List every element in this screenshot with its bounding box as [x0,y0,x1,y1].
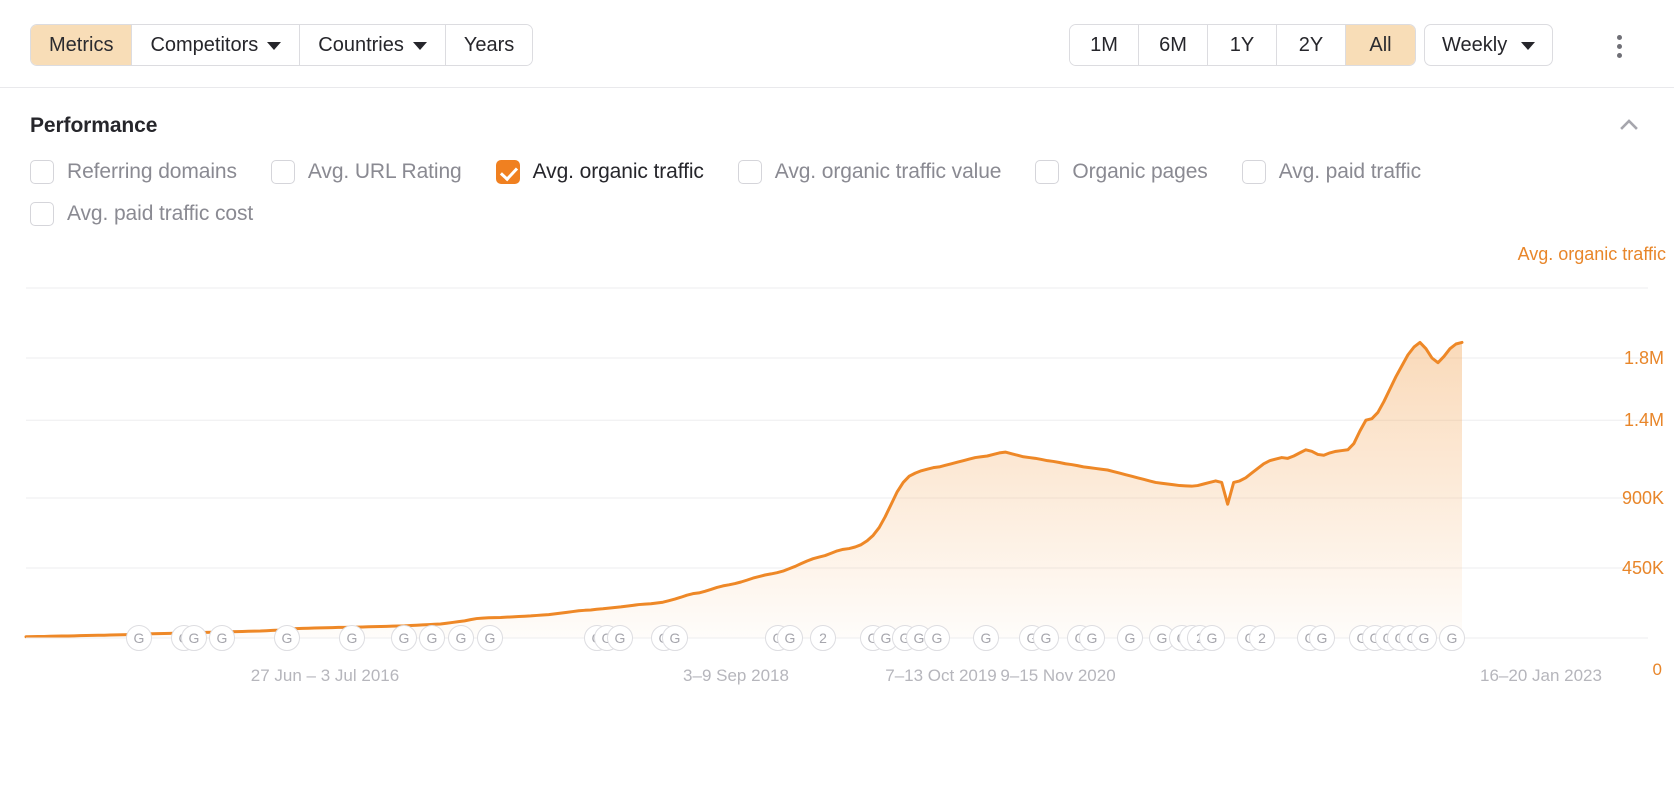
metric-avg-organic-traffic-value[interactable]: Avg. organic traffic value [738,160,1002,184]
chart-event-marker[interactable]: 2 [1249,625,1275,651]
chart-event-marker[interactable]: G [1309,625,1335,651]
x-axis-tick: 9–15 Nov 2020 [1000,666,1115,686]
y-axis-zero-label: 0 [1653,660,1662,680]
x-axis-tick: 7–13 Oct 2019 [885,666,997,686]
metric-label: Organic pages [1072,160,1207,184]
tab-years-label: Years [464,34,514,57]
tab-countries[interactable]: Countries [300,25,446,65]
section-header: Performance [0,88,1674,138]
checkbox-referring-domains[interactable] [30,160,54,184]
range-1y[interactable]: 1Y [1208,25,1277,65]
chart-event-marker[interactable]: G [391,625,417,651]
range-all-label: All [1369,34,1391,57]
kebab-dot [1617,53,1622,58]
y-axis-tick: 1.4M [1624,410,1664,431]
chart-canvas[interactable] [0,270,1674,670]
checkbox-avg-organic-traffic[interactable] [496,160,520,184]
range-1m[interactable]: 1M [1070,25,1139,65]
y-axis-tick: 900K [1622,488,1664,509]
metric-avg-url-rating[interactable]: Avg. URL Rating [271,160,462,184]
tab-metrics-label: Metrics [49,34,113,57]
chevron-down-icon [413,42,427,50]
chart-event-marker[interactable]: G [777,625,803,651]
chart-event-marker[interactable]: G [973,625,999,651]
chart-event-marker[interactable]: G [924,625,950,651]
range-2y[interactable]: 2Y [1277,25,1346,65]
more-options-button[interactable] [1608,26,1630,66]
checkbox-avg-url-rating[interactable] [271,160,295,184]
chart-event-marker[interactable]: G [1079,625,1105,651]
chart-event-marker[interactable]: G [126,625,152,651]
checkbox-avg-paid-traffic[interactable] [1242,160,1266,184]
chart-event-marker[interactable]: G [339,625,365,651]
chart-event-marker[interactable]: G [1439,625,1465,651]
metric-label: Avg. URL Rating [308,160,462,184]
chart-event-marker[interactable]: G [1199,625,1225,651]
tab-metrics[interactable]: Metrics [31,25,132,65]
chart-event-marker[interactable]: 2 [810,625,836,651]
metric-label: Avg. organic traffic value [775,160,1002,184]
chart-event-marker[interactable]: G [181,625,207,651]
chart-event-marker[interactable]: G [1117,625,1143,651]
range-2y-label: 2Y [1299,34,1323,57]
traffic-chart: Avg. organic traffic GGGGGGGGGGGGGGGGG2G… [0,244,1674,714]
chevron-down-icon [1521,42,1535,50]
y-axis-tick: 450K [1622,558,1664,579]
chart-area-fill [26,342,1462,638]
page-title: Performance [30,114,1644,138]
metric-avg-paid-traffic-cost[interactable]: Avg. paid traffic cost [30,202,253,226]
chevron-down-icon [267,42,281,50]
tab-competitors-label: Competitors [150,34,258,57]
y-axis-tick: 1.8M [1624,348,1664,369]
chart-toolbar: Metrics Competitors Countries Years 1M 6… [0,0,1674,88]
range-all[interactable]: All [1346,25,1415,65]
metric-label: Avg. organic traffic [533,160,704,184]
granularity-value: Weekly [1442,34,1507,57]
chart-event-marker[interactable]: G [607,625,633,651]
chart-event-marker[interactable]: G [209,625,235,651]
chart-event-marker[interactable]: G [448,625,474,651]
metric-row: Referring domains Avg. URL Rating Avg. o… [30,160,1644,184]
chart-event-marker[interactable]: G [477,625,503,651]
checkbox-organic-pages[interactable] [1035,160,1059,184]
x-axis-tick: 16–20 Jan 2023 [1480,666,1602,686]
chart-event-marker[interactable]: G [419,625,445,651]
x-axis-tick: 3–9 Sep 2018 [683,666,789,686]
tab-competitors[interactable]: Competitors [132,25,300,65]
tab-countries-label: Countries [318,34,404,57]
metric-row: Avg. paid traffic cost [30,202,1644,226]
checkbox-avg-organic-traffic-value[interactable] [738,160,762,184]
range-6m-label: 6M [1159,34,1187,57]
view-tab-group: Metrics Competitors Countries Years [30,24,533,66]
kebab-dot [1617,44,1622,49]
range-1y-label: 1Y [1230,34,1254,57]
metric-label: Avg. paid traffic cost [67,202,253,226]
x-axis-tick: 27 Jun – 3 Jul 2016 [251,666,399,686]
chart-event-marker[interactable]: G [1033,625,1059,651]
metric-label: Avg. paid traffic [1279,160,1421,184]
metric-toggle-list: Referring domains Avg. URL Rating Avg. o… [0,138,1674,226]
chart-series-label: Avg. organic traffic [1518,244,1666,265]
chart-event-marker[interactable]: G [274,625,300,651]
tab-years[interactable]: Years [446,25,532,65]
performance-panel: Metrics Competitors Countries Years 1M 6… [0,0,1674,804]
chevron-up-icon[interactable] [1614,110,1644,140]
metric-referring-domains[interactable]: Referring domains [30,160,237,184]
chart-event-marker[interactable]: G [662,625,688,651]
chart-event-marker[interactable]: G [1411,625,1437,651]
range-6m[interactable]: 6M [1139,25,1208,65]
range-1m-label: 1M [1090,34,1118,57]
metric-label: Referring domains [67,160,237,184]
metric-avg-paid-traffic[interactable]: Avg. paid traffic [1242,160,1421,184]
date-range-group: 1M 6M 1Y 2Y All [1069,24,1416,66]
metric-organic-pages[interactable]: Organic pages [1035,160,1207,184]
granularity-select[interactable]: Weekly [1424,24,1553,66]
checkbox-avg-paid-traffic-cost[interactable] [30,202,54,226]
metric-avg-organic-traffic[interactable]: Avg. organic traffic [496,160,704,184]
kebab-dot [1617,35,1622,40]
